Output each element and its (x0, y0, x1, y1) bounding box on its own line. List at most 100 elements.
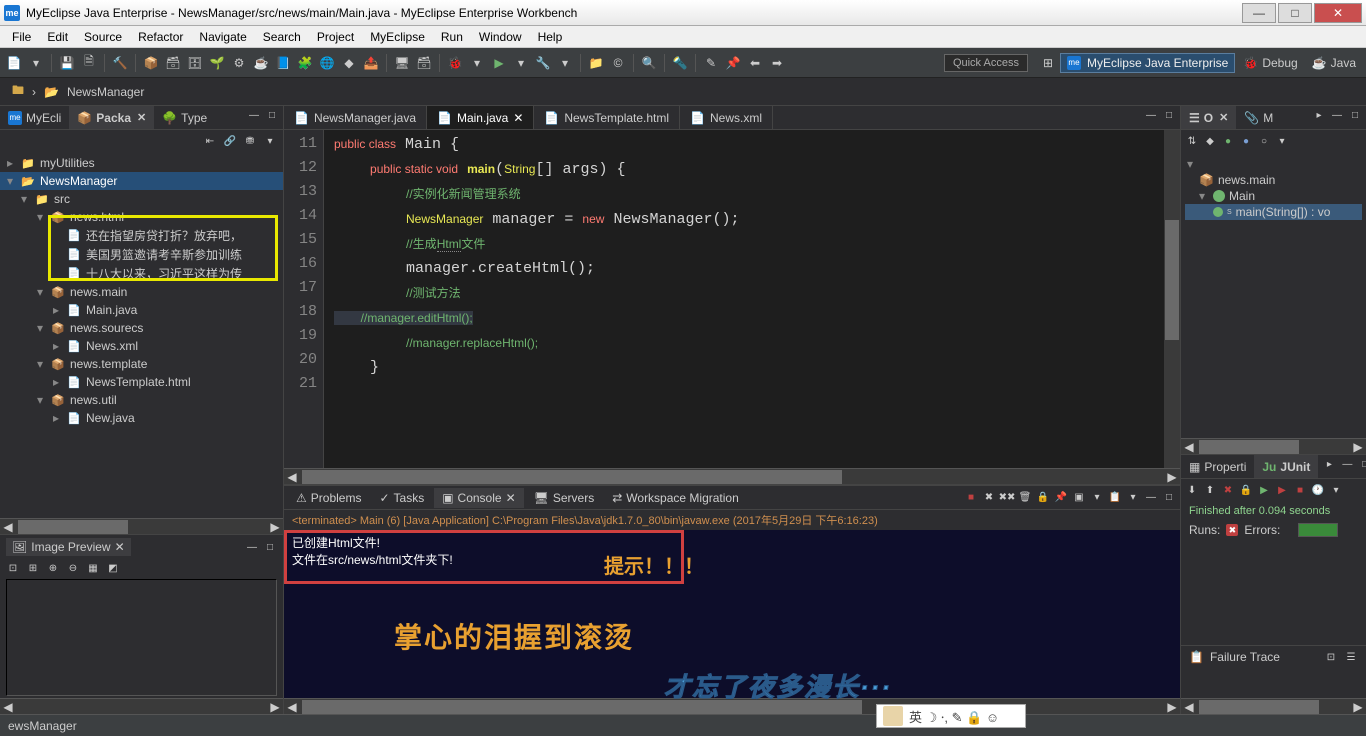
console-scrollbar[interactable]: ◀▶ (284, 698, 1180, 714)
minimize-view-icon[interactable]: — (1340, 457, 1354, 471)
rerun-fail-icon[interactable]: ▶ (1275, 483, 1289, 497)
minimize-view-icon[interactable]: — (1144, 491, 1158, 505)
prev-fail-icon[interactable]: ⬆ (1203, 483, 1217, 497)
maximize-editor-icon[interactable]: □ (1162, 108, 1176, 122)
view-menu-icon[interactable]: ▾ (263, 134, 277, 148)
menu-window[interactable]: Window (471, 28, 530, 46)
xml-icon[interactable]: ◆ (339, 53, 359, 73)
filter-icon[interactable]: ⛃ (243, 134, 257, 148)
zoom-in-icon[interactable]: ⊕ (46, 561, 60, 575)
tree-project-myutilities[interactable]: myUtilities (40, 156, 95, 170)
sort-icon[interactable]: ⇅ (1185, 134, 1199, 148)
struts-icon[interactable]: ⚙ (229, 53, 249, 73)
maximize-view-icon[interactable]: □ (263, 540, 277, 554)
compare-icon[interactable]: ⊡ (1324, 650, 1338, 664)
tab-properties[interactable]: ▦Properti (1181, 455, 1254, 478)
db-icon[interactable]: 🗃 (414, 53, 434, 73)
tree-pkg-news-main[interactable]: news.main (70, 285, 127, 299)
rerun-icon[interactable]: ▶ (1257, 483, 1271, 497)
preview-scrollbar[interactable]: ◀▶ (0, 698, 283, 714)
close-icon[interactable]: ✕ (115, 540, 125, 554)
tab-myeclipse-explorer[interactable]: meMyEcli (0, 106, 69, 129)
close-icon[interactable]: ✕ (1219, 111, 1228, 124)
minimize-view-icon[interactable]: — (245, 540, 259, 554)
remove-all-icon[interactable]: ✖✖ (1000, 491, 1014, 505)
history-icon[interactable]: 🕐 (1311, 483, 1325, 497)
open-type-icon[interactable]: 🔍 (639, 53, 659, 73)
close-icon[interactable]: ✕ (506, 491, 516, 505)
fit-icon[interactable]: ⊡ (6, 561, 20, 575)
minimize-view-icon[interactable]: — (1330, 108, 1344, 122)
deploy-icon[interactable]: 📤 (361, 53, 381, 73)
filter-trace-icon[interactable]: ☰ (1344, 650, 1358, 664)
pin-console-icon[interactable]: 📌 (1054, 491, 1068, 505)
debug-icon[interactable]: 🐞 (445, 53, 465, 73)
menu-run[interactable]: Run (433, 28, 471, 46)
maximize-view-icon[interactable]: □ (1358, 457, 1366, 471)
menu-project[interactable]: Project (309, 28, 362, 46)
editor-tab-newsxml[interactable]: 📄News.xml (680, 106, 773, 129)
outline-package[interactable]: news.main (1218, 173, 1275, 187)
collapse-all-icon[interactable]: ⇤ (203, 134, 217, 148)
menu-help[interactable]: Help (530, 28, 571, 46)
tree-pkg-news-template[interactable]: news.template (70, 357, 147, 371)
tab-minimap[interactable]: 📎M (1236, 106, 1281, 129)
grid-icon[interactable]: ▦ (86, 561, 100, 575)
fail-only-icon[interactable]: ✖ (1221, 483, 1235, 497)
stop-icon[interactable]: ■ (1293, 483, 1307, 497)
tree-template-html[interactable]: NewsTemplate.html (86, 375, 191, 389)
new-ejb-icon[interactable]: 🗃 (163, 53, 183, 73)
tree-main-java[interactable]: Main.java (86, 303, 137, 317)
menu-source[interactable]: Source (76, 28, 130, 46)
editor-tab-template[interactable]: 📄NewsTemplate.html (534, 106, 680, 129)
scroll-lock2-icon[interactable]: 🔒 (1239, 483, 1253, 497)
menu-edit[interactable]: Edit (39, 28, 76, 46)
save-icon[interactable]: 💾 (57, 53, 77, 73)
editor-tab-main[interactable]: 📄Main.java✕ (427, 106, 534, 129)
tree-pkg-news-util[interactable]: news.util (70, 393, 117, 407)
image-preview-tab[interactable]: 🖼Image Preview✕ (6, 538, 131, 556)
filter-static-icon[interactable]: ● (1221, 134, 1235, 148)
new-module-icon[interactable]: 📦 (141, 53, 161, 73)
minimize-editor-icon[interactable]: — (1144, 108, 1158, 122)
zoom-out-icon[interactable]: ⊖ (66, 561, 80, 575)
tab-servers[interactable]: 🖥Servers (526, 488, 603, 508)
pin-icon[interactable]: 📌 (723, 53, 743, 73)
applet-icon[interactable]: 🧩 (295, 53, 315, 73)
minimize-button[interactable]: — (1242, 3, 1276, 23)
remove-launch-icon[interactable]: ✖ (982, 491, 996, 505)
tab-workspace-migration[interactable]: ⇄Workspace Migration (604, 488, 747, 508)
external-tool-icon[interactable]: 🔧 (533, 53, 553, 73)
tree-src-folder[interactable]: src (54, 192, 70, 206)
close-icon[interactable]: ✕ (513, 111, 523, 125)
tab-tasks[interactable]: ✓Tasks (371, 488, 432, 508)
servlet-icon[interactable]: ☕ (251, 53, 271, 73)
outline-method-main[interactable]: main(String[]) : vo (1236, 205, 1331, 219)
new-class-icon[interactable]: © (608, 53, 628, 73)
new-package-icon[interactable]: 📁 (586, 53, 606, 73)
perspective-myeclipse[interactable]: me MyEclipse Java Enterprise (1060, 53, 1235, 73)
tree-html-file-3[interactable]: 十八大以来，习近平这样为传 (86, 265, 242, 282)
minimize-view-icon[interactable]: — (247, 108, 261, 122)
zoom-1-icon[interactable]: ⊞ (26, 561, 40, 575)
run-icon[interactable]: ▶ (489, 53, 509, 73)
jsp-icon[interactable]: 📘 (273, 53, 293, 73)
spring-icon[interactable]: 🌱 (207, 53, 227, 73)
menu-search[interactable]: Search (255, 28, 309, 46)
tree-pkg-news-sources[interactable]: news.sourecs (70, 321, 143, 335)
open-console-icon[interactable]: 📋 (1108, 491, 1122, 505)
junit-scrollbar[interactable]: ◀▶ (1181, 698, 1366, 714)
tree-scrollbar[interactable]: ◀▶ (0, 518, 283, 534)
link-editor-icon[interactable]: 🔗 (223, 134, 237, 148)
view-menu-icon[interactable]: ▸ (1322, 457, 1336, 471)
annotate-icon[interactable]: ✎ (701, 53, 721, 73)
breadcrumb-project[interactable]: NewsManager (67, 85, 144, 99)
console-output[interactable]: 已创建Html文件! 文件在src/news/html文件夹下! 提示！！！ 掌… (284, 530, 1180, 698)
save-all-icon[interactable]: 🗎 (79, 53, 99, 73)
code-content[interactable]: public class Main { public static void m… (324, 130, 1164, 468)
tree-html-file-1[interactable]: 还在指望房贷打折？放弃吧， (86, 227, 242, 244)
terminate-icon[interactable]: ■ (964, 491, 978, 505)
tree-html-file-2[interactable]: 美国男篮邀请考辛斯参加训练 (86, 246, 242, 263)
menu-myeclipse[interactable]: MyEclipse (362, 28, 433, 46)
back-icon[interactable]: ⬅ (745, 53, 765, 73)
